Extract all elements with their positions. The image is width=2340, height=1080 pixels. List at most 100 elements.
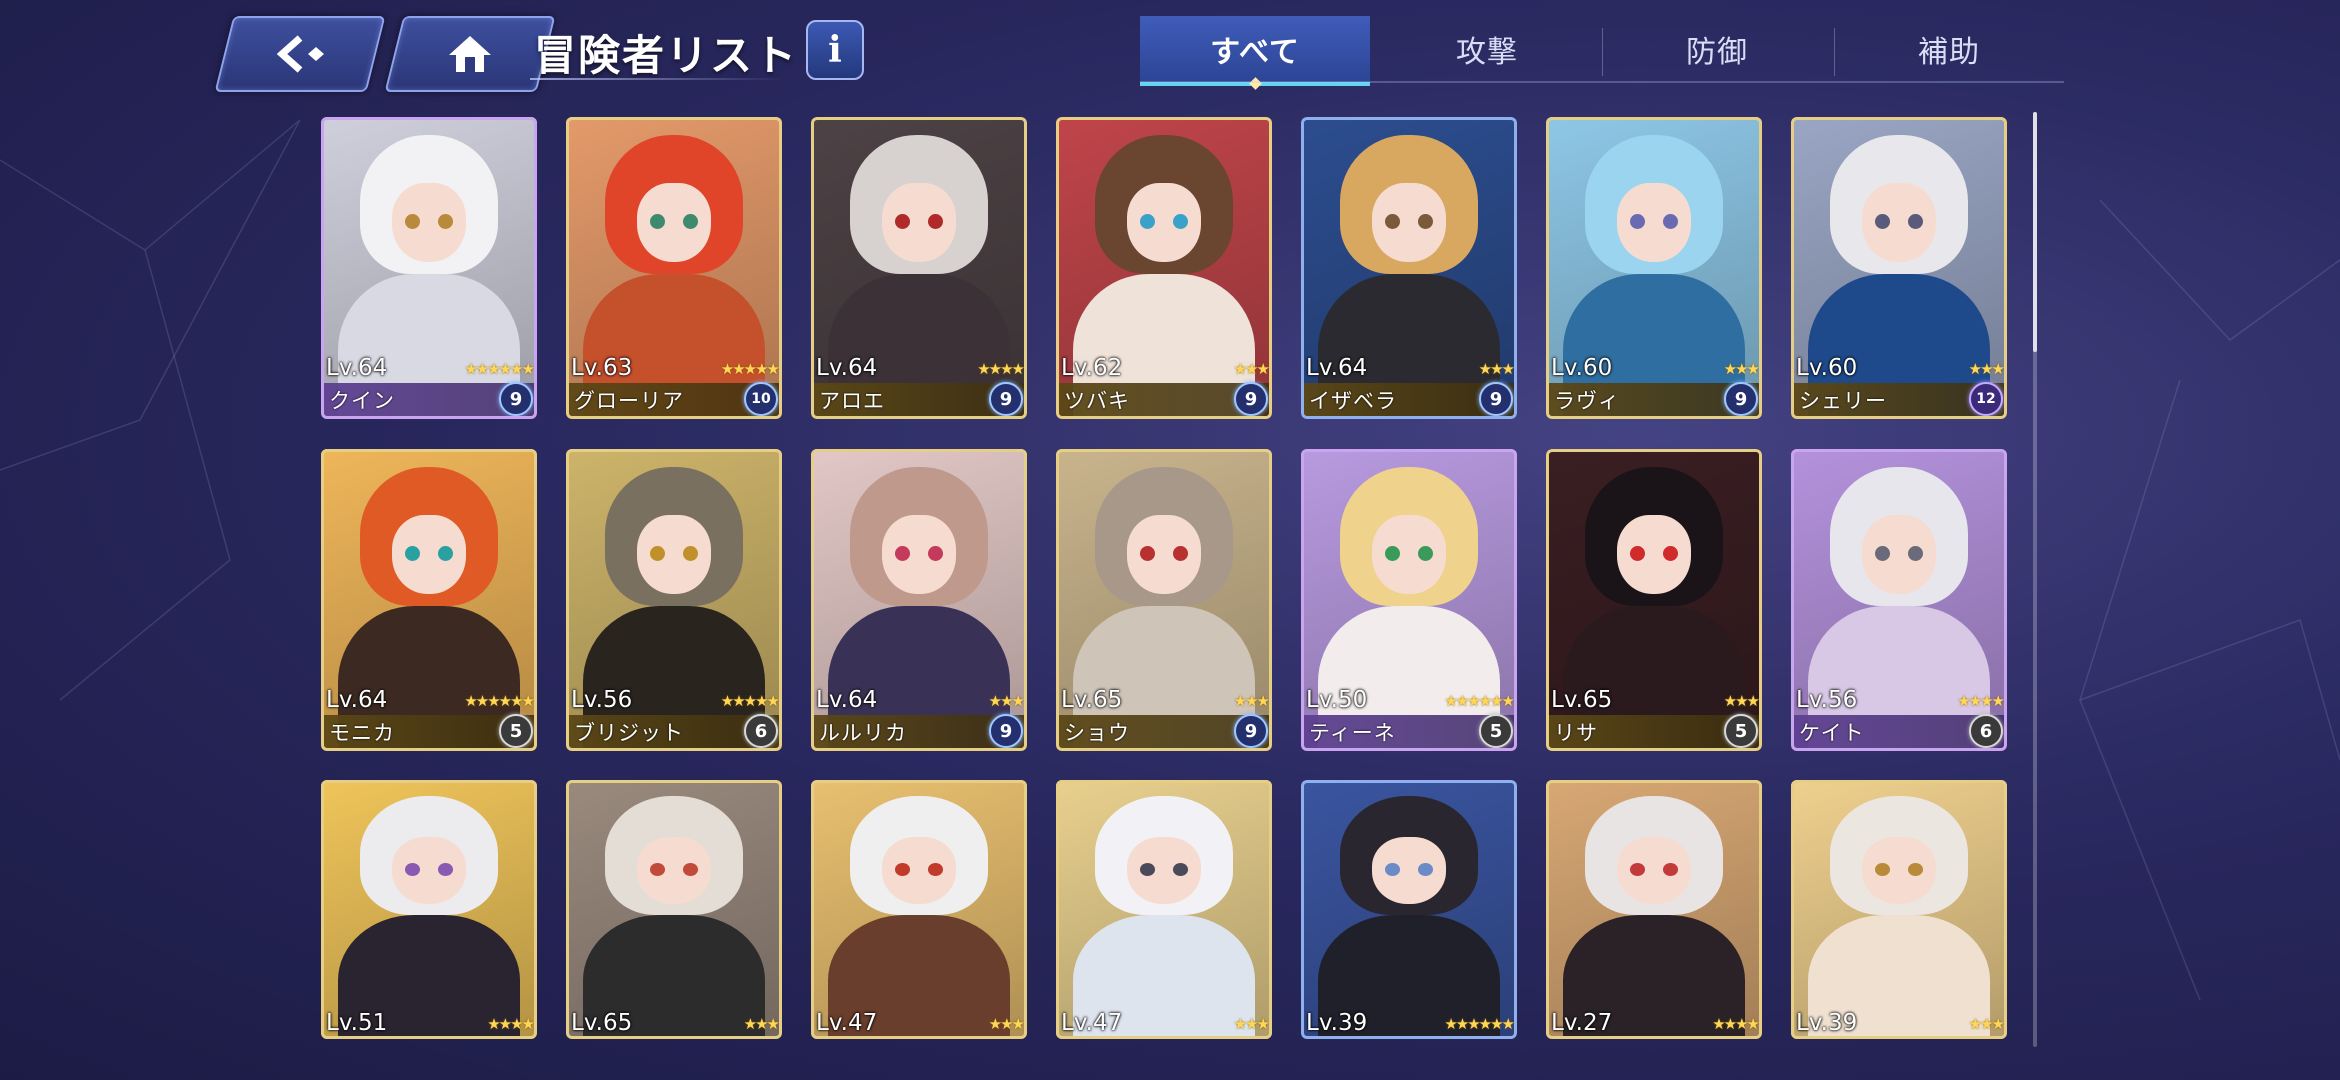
star-rating-icon: ★★★★★★ <box>464 360 535 378</box>
adventurer-card[interactable]: Lv.62 ★★★ ツバキ 9 <box>1056 117 1272 419</box>
limit-break-badge: 9 <box>1234 382 1268 416</box>
adventurer-card[interactable]: Lv.64 ★★★★ アロエ 9 <box>811 117 1027 419</box>
home-button[interactable] <box>384 16 556 92</box>
star-rating-icon: ★★★★ <box>1957 692 2005 710</box>
star-rating-icon: ★★★ <box>1723 692 1760 710</box>
character-portrait <box>811 780 1027 1039</box>
tab-label: すべて <box>1210 35 1300 70</box>
scrollbar-thumb[interactable] <box>2033 112 2037 352</box>
character-name: アロエ <box>819 389 885 413</box>
level-label: Lv.56 <box>571 687 633 713</box>
star-rating-icon: ★★★ <box>743 1015 780 1033</box>
tab-all[interactable]: すべて <box>1140 16 1370 90</box>
level-label: Lv.64 <box>816 687 878 713</box>
level-label: Lv.60 <box>1796 355 1858 381</box>
adventurer-card[interactable]: Lv.60 ★★★ ラヴィ 9 <box>1546 117 1762 419</box>
level-label: Lv.64 <box>326 355 388 381</box>
title-underline <box>530 78 785 80</box>
tab-attack[interactable]: 攻撃 <box>1372 16 1602 82</box>
character-portrait <box>1056 780 1272 1039</box>
character-name: リサ <box>1554 721 1598 745</box>
limit-break-badge: 9 <box>1234 714 1268 748</box>
adventurer-card[interactable]: Lv.27 ★★★★ <box>1546 780 1762 1039</box>
character-portrait <box>1791 780 2007 1039</box>
tab-label: 攻撃 <box>1456 35 1518 70</box>
character-portrait <box>1301 780 1517 1039</box>
character-name: ツバキ <box>1064 389 1130 413</box>
adventurer-card[interactable]: Lv.50 ★★★★★★ ティーネ 5 <box>1301 449 1517 751</box>
filter-tabs: すべて 攻撃 防御 補助 <box>1140 16 2064 90</box>
tab-label: 補助 <box>1918 35 1980 70</box>
star-rating-icon: ★★★★★★ <box>464 692 535 710</box>
adventurer-card[interactable]: Lv.64 ★★★★★★ モニカ 5 <box>321 449 537 751</box>
limit-break-badge: 5 <box>499 714 533 748</box>
tab-defense[interactable]: 防御 <box>1602 16 1832 82</box>
character-name: ラヴィ <box>1554 389 1620 413</box>
character-name: ケイト <box>1799 721 1865 745</box>
limit-break-badge: 9 <box>989 714 1023 748</box>
character-name: ショウ <box>1064 721 1130 745</box>
adventurer-card[interactable]: Lv.47 ★★★ <box>811 780 1027 1039</box>
adventurer-card[interactable]: Lv.64 ★★★★★★ クイン 9 <box>321 117 537 419</box>
level-label: Lv.60 <box>1551 355 1613 381</box>
character-name: グローリア <box>574 389 684 413</box>
star-rating-icon: ★★★★ <box>1712 1015 1760 1033</box>
character-name: モニカ <box>329 721 395 745</box>
level-label: Lv.64 <box>816 355 878 381</box>
back-button[interactable] <box>214 16 386 92</box>
star-rating-icon: ★★★ <box>1233 1015 1270 1033</box>
adventurer-card[interactable]: Lv.63 ★★★★★ グローリア 10 <box>566 117 782 419</box>
star-rating-icon: ★★★ <box>1233 692 1270 710</box>
star-rating-icon: ★★★ <box>1968 1015 2005 1033</box>
limit-break-badge: 12 <box>1969 382 2003 416</box>
level-label: Lv.27 <box>1551 1010 1613 1036</box>
info-button[interactable]: i <box>806 20 864 80</box>
level-label: Lv.63 <box>571 355 633 381</box>
level-label: Lv.65 <box>1061 687 1123 713</box>
star-rating-icon: ★★★ <box>988 1015 1025 1033</box>
adventurer-card[interactable]: Lv.39 ★★★★★★ <box>1301 780 1517 1039</box>
page-title: 冒険者リスト <box>534 31 799 80</box>
character-name: シェリー <box>1799 389 1887 413</box>
level-label: Lv.56 <box>1796 687 1858 713</box>
star-rating-icon: ★★★★★ <box>720 692 780 710</box>
level-label: Lv.65 <box>571 1010 633 1036</box>
adventurer-card[interactable]: Lv.56 ★★★★★ ブリジット 6 <box>566 449 782 751</box>
star-rating-icon: ★★★★★★ <box>1444 1015 1515 1033</box>
tab-support[interactable]: 補助 <box>1834 16 2064 82</box>
adventurer-card[interactable]: Lv.65 ★★★ ショウ 9 <box>1056 449 1272 751</box>
star-rating-icon: ★★★ <box>1478 360 1515 378</box>
adventurer-card[interactable]: Lv.64 ★★★ ルルリカ 9 <box>811 449 1027 751</box>
tab-active-indicator <box>1249 77 1262 90</box>
limit-break-badge: 9 <box>989 382 1023 416</box>
level-label: Lv.39 <box>1306 1010 1368 1036</box>
limit-break-badge: 9 <box>1479 382 1513 416</box>
limit-break-badge: 6 <box>1969 714 2003 748</box>
limit-break-badge: 6 <box>744 714 778 748</box>
level-label: Lv.51 <box>326 1010 388 1036</box>
limit-break-badge: 9 <box>1724 382 1758 416</box>
character-name: ブリジット <box>574 721 684 745</box>
tabs-divider <box>1140 81 2064 83</box>
level-label: Lv.65 <box>1551 687 1613 713</box>
adventurer-card[interactable]: Lv.60 ★★★ シェリー 12 <box>1791 117 2007 419</box>
level-label: Lv.50 <box>1306 687 1368 713</box>
adventurer-card[interactable]: Lv.65 ★★★ リサ 5 <box>1546 449 1762 751</box>
limit-break-badge: 9 <box>499 382 533 416</box>
adventurer-card[interactable]: Lv.65 ★★★ <box>566 780 782 1039</box>
level-label: Lv.64 <box>326 687 388 713</box>
character-name: ルルリカ <box>819 721 907 745</box>
back-arrow-icon <box>276 35 324 73</box>
star-rating-icon: ★★★★★★ <box>1444 692 1515 710</box>
adventurer-card[interactable]: Lv.64 ★★★ イザベラ 9 <box>1301 117 1517 419</box>
adventurer-card[interactable]: Lv.56 ★★★★ ケイト 6 <box>1791 449 2007 751</box>
level-label: Lv.39 <box>1796 1010 1858 1036</box>
adventurer-card[interactable]: Lv.51 ★★★★ <box>321 780 537 1039</box>
character-name: イザベラ <box>1309 389 1397 413</box>
adventurer-card[interactable]: Lv.47 ★★★ <box>1056 780 1272 1039</box>
character-name: ティーネ <box>1309 721 1396 745</box>
star-rating-icon: ★★★★ <box>487 1015 535 1033</box>
star-rating-icon: ★★★★ <box>977 360 1025 378</box>
adventurer-card[interactable]: Lv.39 ★★★ <box>1791 780 2007 1039</box>
character-name: クイン <box>329 389 395 413</box>
